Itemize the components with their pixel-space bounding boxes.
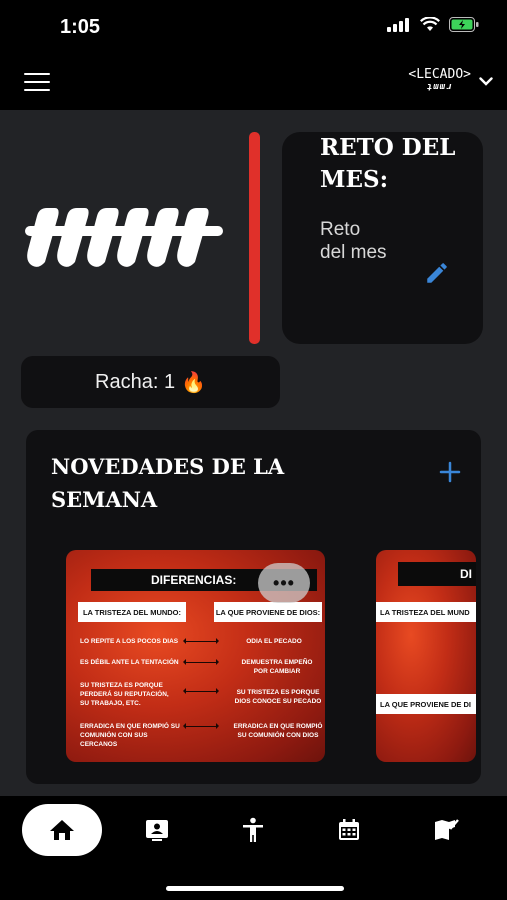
news-slide[interactable]: DI LA TRISTEZA DEL MUND LA QUE PROVIENE … [376,550,476,762]
signal-icon [387,17,409,32]
nav-home[interactable] [22,804,102,856]
nav-contacts[interactable] [127,804,187,856]
status-time: 1:05 [60,16,101,38]
slide-box: LA TRISTEZA DEL MUND [376,602,476,622]
accessibility-icon [243,817,263,842]
nav-map[interactable] [416,804,476,856]
add-icon[interactable] [438,460,462,484]
slide-left-title: LA TRISTEZA DEL MUNDO: [78,602,186,622]
nav-calendar[interactable] [319,804,379,856]
app-logo [25,208,223,267]
slide-left-row: LO REPITE A LOS POCOS DIAS [80,638,179,645]
arrow-icon [183,638,219,644]
reto-title: RETO DEL MES: [320,134,456,193]
slide-left-row: ES DÉBIL ANTE LA TENTACIÓN [80,659,179,666]
map-check-icon [435,819,459,840]
app-bar: <LECADO> ʇɯɯɹ [0,56,507,110]
menu-icon[interactable] [24,73,50,93]
pencil-icon[interactable] [424,260,450,286]
streak-label: Racha: 1 [95,370,176,393]
slide-right-row: SU TRISTEZA ES PORQUE DIOS CONOCE SU PEC… [234,689,322,705]
novedades-section: NOVEDADES DE LA SEMANA DIFERENCIAS: LA T… [26,430,481,784]
streak-badge: Racha: 1 🔥 [21,356,280,408]
slide-right-row: DEMUESTRA EMPEÑO POR CAMBIAR [241,659,313,675]
slide-right-title: LA QUE PROVIENE DE DIOS: [214,602,322,622]
home-icon [50,820,74,840]
brand-logo: <LECADO> ʇɯɯɹ [408,67,471,92]
reto-del-mes-card[interactable]: RETO DEL MES: Reto del mes [282,132,483,344]
arrow-icon [183,659,219,665]
chevron-down-icon [479,76,493,86]
wifi-icon [420,17,440,31]
slide-left-row: ERRADICA EN QUE ROMPIÓ SU COMUNIÓN CON S… [80,723,180,748]
arrow-icon [183,688,219,694]
news-slide[interactable]: DIFERENCIAS: LA TRISTEZA DEL MUNDO: LA Q… [66,550,325,762]
nav-accessibility[interactable] [223,804,283,856]
calendar-icon [339,819,359,840]
slide-left-row: SU TRISTEZA ES PORQUE PERDERÁ SU REPUTAC… [80,682,169,707]
novedades-title: NOVEDADES DE LA SEMANA [51,454,285,512]
more-options-button[interactable]: ••• [258,563,310,603]
slide-right-row: ERRADICA EN QUE ROMPIÓ SU COMUNIÓN CON D… [233,723,323,739]
fire-icon: 🔥 [181,371,206,394]
slide-box: LA QUE PROVIENE DE DI [376,694,476,714]
status-bar: 1:05 [0,0,507,56]
contact-card-icon [146,820,168,841]
bottom-navigation [0,796,507,900]
status-icons [387,17,479,32]
slide-header: DI [398,562,476,586]
slide-right-row: ODIA EL PECADO [246,638,302,645]
accent-divider [249,132,260,344]
battery-icon [449,17,479,32]
brand-selector[interactable]: <LECADO> ʇɯɯɹ [408,68,493,94]
arrow-icon [183,723,219,729]
home-indicator [166,886,344,891]
reto-text: Reto del mes [320,219,387,263]
